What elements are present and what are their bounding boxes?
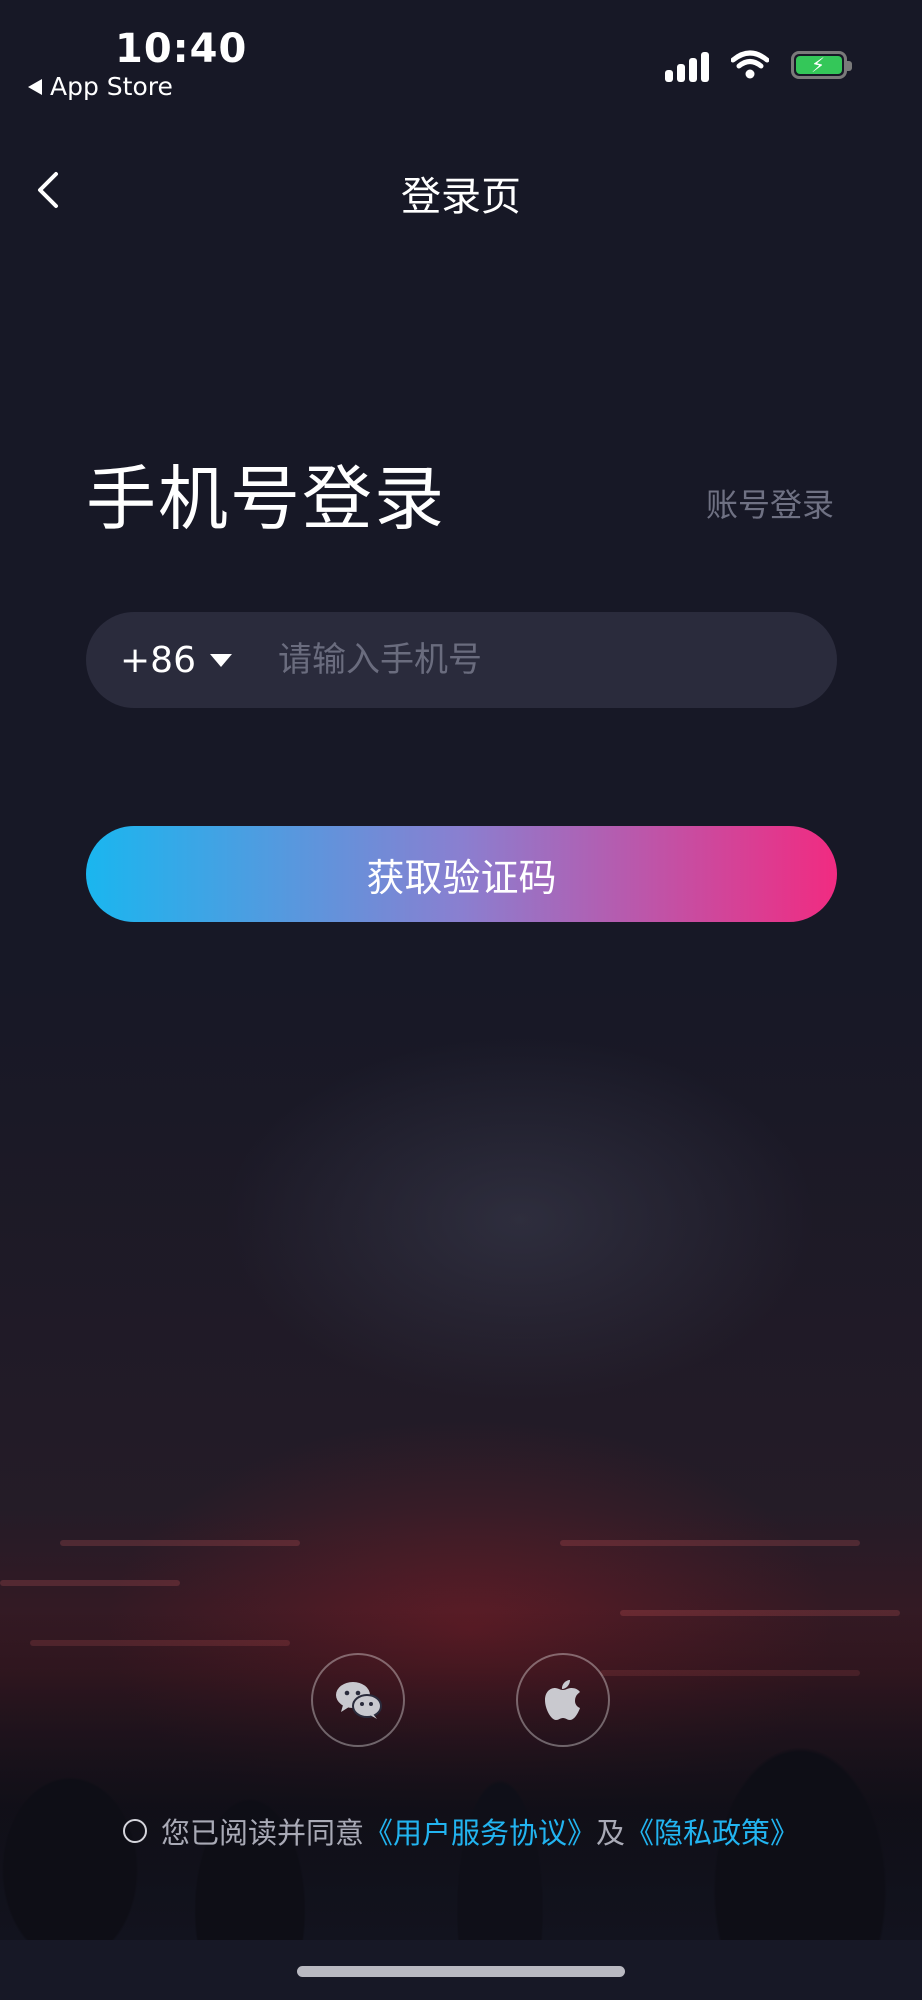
back-triangle-icon <box>28 78 42 95</box>
phone-input-group: +86 <box>86 612 837 708</box>
agreement-row: 您已阅读并同意 《用户服务协议》 及 《隐私政策》 <box>0 1810 922 1852</box>
page-title: 登录页 <box>401 174 521 220</box>
dropdown-caret-icon <box>209 653 232 667</box>
cellular-signal-icon <box>665 48 709 82</box>
apple-login-button[interactable] <box>516 1653 610 1747</box>
background-photo <box>0 980 922 1940</box>
country-code: +86 <box>120 639 196 681</box>
apple-icon <box>545 1680 580 1720</box>
status-icons: ⚡ <box>665 48 852 82</box>
wechat-icon <box>336 1682 382 1719</box>
get-verification-code-button[interactable]: 获取验证码 <box>86 826 837 922</box>
crowd-silhouette <box>0 1610 922 1940</box>
country-code-selector[interactable]: +86 <box>120 640 232 681</box>
status-time: 10:40 <box>115 26 248 72</box>
agreement-and: 及 <box>596 1816 626 1850</box>
wechat-login-button[interactable] <box>311 1653 405 1747</box>
agreement-radio[interactable] <box>122 1819 147 1843</box>
privacy-policy-link[interactable]: 《隐私政策》 <box>625 1810 799 1852</box>
wifi-icon <box>731 50 769 79</box>
back-app-label: App Store <box>50 72 173 101</box>
home-indicator <box>297 1966 625 1977</box>
login-heading: 手机号登录 <box>86 458 446 540</box>
user-agreement-link[interactable]: 《用户服务协议》 <box>364 1810 596 1852</box>
battery-charging-icon: ⚡ <box>791 51 852 79</box>
phone-input[interactable] <box>275 639 800 681</box>
back-to-app-store[interactable]: App Store <box>28 72 173 101</box>
account-login-link[interactable]: 账号登录 <box>706 480 834 526</box>
agreement-prefix: 您已阅读并同意 <box>160 1816 364 1850</box>
